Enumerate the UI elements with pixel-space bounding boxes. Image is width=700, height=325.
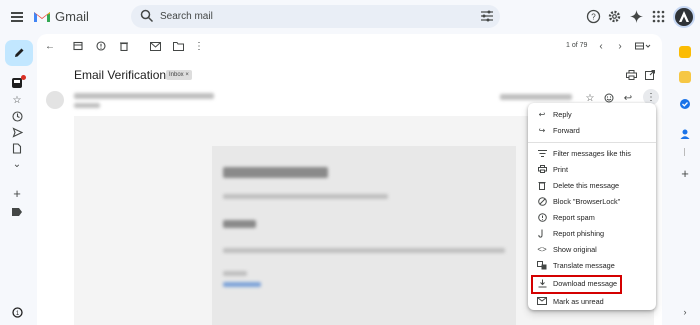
forward-icon: ↪ xyxy=(538,125,546,135)
blurred-text-line xyxy=(223,194,388,199)
print-icon xyxy=(536,163,548,175)
menu-item-label: Reply xyxy=(553,109,572,119)
blurred-code xyxy=(223,220,256,228)
delete-trash-icon[interactable] xyxy=(117,39,131,53)
add-label-icon[interactable]: + xyxy=(9,186,25,201)
account-logo-icon xyxy=(679,11,689,22)
menu-item-label: Report spam xyxy=(553,212,595,222)
snoozed-nav-icon[interactable] xyxy=(9,109,25,123)
account-avatar[interactable] xyxy=(673,6,695,28)
more-actions-icon[interactable]: ⋮ xyxy=(192,39,206,53)
menu-item-block-sender[interactable]: Block "BrowserLock" xyxy=(528,193,656,209)
label-tag-icon[interactable] xyxy=(9,205,25,219)
menu-divider xyxy=(528,142,656,143)
menu-item-reply[interactable]: ↩ Reply xyxy=(528,106,656,122)
trash-icon xyxy=(536,179,548,191)
unread-badge xyxy=(21,75,26,80)
move-to-folder-icon[interactable] xyxy=(171,39,185,53)
report-spam-icon[interactable] xyxy=(94,39,108,53)
account-switch-icon[interactable]: 1 xyxy=(9,305,25,319)
pencil-icon xyxy=(15,48,24,57)
compose-button[interactable] xyxy=(5,40,33,66)
menu-item-label: Print xyxy=(553,164,569,174)
main-menu-icon[interactable] xyxy=(11,10,25,22)
back-arrow-icon[interactable]: ← xyxy=(43,39,57,53)
open-new-window-icon[interactable] xyxy=(643,68,657,82)
menu-item-label: Show original xyxy=(553,244,597,254)
blurred-text-line xyxy=(223,248,505,253)
hide-side-panel-icon[interactable]: › xyxy=(679,306,691,318)
inbox-label-chip[interactable]: Inbox × xyxy=(166,70,192,80)
blurred-heading xyxy=(223,167,328,178)
phishing-icon xyxy=(536,227,548,239)
code-icon: <> xyxy=(537,244,547,254)
menu-item-report-spam[interactable]: Report spam xyxy=(528,209,656,225)
menu-item-show-original[interactable]: <> Show original xyxy=(528,241,656,257)
menu-item-label: Report phishing xyxy=(553,228,605,238)
mark-unread-mail-icon[interactable] xyxy=(148,39,162,53)
menu-item-label: Translate message xyxy=(553,260,615,270)
drafts-nav-icon[interactable] xyxy=(9,141,25,155)
tasks-app-icon[interactable] xyxy=(679,98,691,110)
svg-text:?: ? xyxy=(591,13,596,22)
menu-item-forward[interactable]: ↪ Forward xyxy=(528,122,656,138)
menu-item-print[interactable]: Print xyxy=(528,161,656,177)
more-nav-chevron-icon[interactable]: ⌄ xyxy=(9,157,25,171)
menu-item-filter[interactable]: Filter messages like this xyxy=(528,145,656,161)
block-icon xyxy=(536,195,548,207)
menu-item-label: Block "BrowserLock" xyxy=(553,196,621,206)
sender-avatar xyxy=(46,91,64,109)
gmail-logo-icon[interactable] xyxy=(33,10,51,23)
side-panel-divider xyxy=(684,148,685,156)
menu-item-delete[interactable]: Delete this message xyxy=(528,177,656,193)
menu-item-mark-unread[interactable]: Mark as unread xyxy=(528,293,656,309)
next-chevron-icon[interactable]: › xyxy=(613,39,627,53)
blurred-text-line xyxy=(223,271,247,276)
blurred-sender-line xyxy=(74,93,214,99)
mail-icon xyxy=(536,295,548,307)
print-all-icon[interactable] xyxy=(624,68,638,82)
spam-icon xyxy=(536,211,548,223)
download-highlight-box xyxy=(531,275,622,294)
menu-item-label: Mark as unread xyxy=(553,296,604,306)
translate-icon xyxy=(536,259,548,271)
split-view-toggle-icon[interactable] xyxy=(633,39,653,53)
page-counter: 1 of 79 xyxy=(566,42,588,49)
email-subject: Email Verification xyxy=(74,68,167,82)
archive-icon[interactable] xyxy=(71,39,85,53)
menu-item-label: Filter messages like this xyxy=(553,148,631,158)
blurred-timestamp xyxy=(500,94,572,100)
gemini-sparkle-icon[interactable] xyxy=(629,9,644,24)
gear-icon[interactable] xyxy=(607,9,622,24)
contacts-app-icon[interactable] xyxy=(679,128,691,140)
keep-app-icon[interactable] xyxy=(679,71,691,83)
sent-nav-icon[interactable] xyxy=(9,125,25,139)
menu-item-label: Delete this message xyxy=(553,180,620,190)
reply-icon: ↩ xyxy=(538,109,546,119)
blurred-recipient-line xyxy=(74,103,100,108)
help-icon[interactable]: ? xyxy=(586,9,601,24)
menu-item-translate[interactable]: Translate message xyxy=(528,257,656,273)
menu-item-report-phishing[interactable]: Report phishing xyxy=(528,225,656,241)
get-addons-plus-icon[interactable]: + xyxy=(679,166,691,181)
apps-grid-icon[interactable] xyxy=(652,10,665,23)
prev-chevron-icon[interactable]: ‹ xyxy=(594,39,608,53)
starred-nav-icon[interactable]: ☆ xyxy=(9,93,25,107)
calendar-app-icon[interactable] xyxy=(679,46,691,58)
search-icon[interactable] xyxy=(140,9,154,23)
app-name: Gmail xyxy=(55,9,89,24)
search-options-icon[interactable] xyxy=(480,10,494,22)
search-input[interactable]: Search mail xyxy=(160,11,213,22)
blurred-signature-link[interactable] xyxy=(223,282,261,287)
filter-icon xyxy=(536,147,548,159)
menu-item-label: Forward xyxy=(553,125,580,135)
